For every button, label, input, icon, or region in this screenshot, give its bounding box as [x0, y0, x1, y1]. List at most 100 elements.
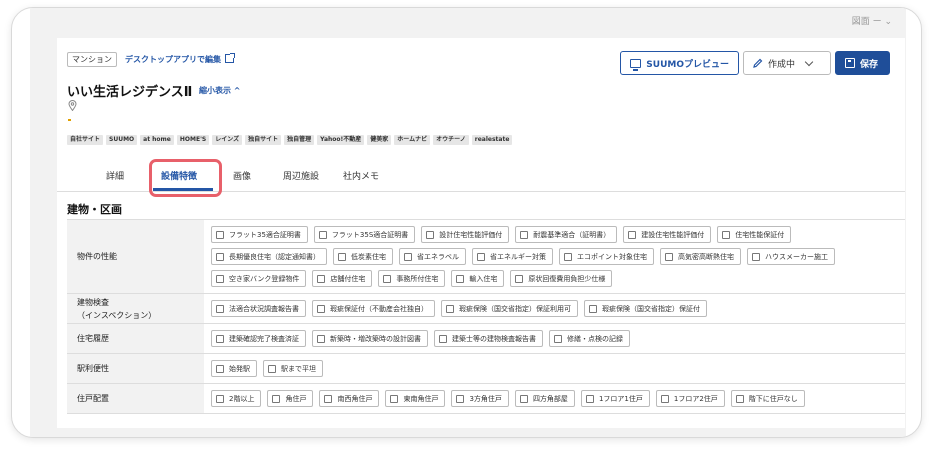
- feature-checkbox-label: 店舗付住宅: [330, 274, 366, 283]
- checkbox-icon[interactable]: [660, 394, 669, 403]
- tab-details[interactable]: 詳細: [106, 169, 124, 182]
- collapse-view-link[interactable]: 縮小表示 ^: [199, 85, 241, 96]
- feature-checkbox[interactable]: 住宅性能保証付: [717, 226, 792, 243]
- checkbox-icon[interactable]: [324, 394, 333, 403]
- feature-checkbox[interactable]: 階下に住戸なし: [730, 390, 805, 407]
- status-dropdown[interactable]: 作成中: [743, 51, 831, 75]
- feature-checkbox[interactable]: 事務所付住宅: [378, 270, 446, 287]
- feature-checkbox[interactable]: フラット35適合証明書: [211, 226, 308, 243]
- checkbox-icon[interactable]: [554, 334, 562, 343]
- portal-tag: 健美家: [367, 135, 392, 145]
- chevron-down-icon: [804, 57, 814, 66]
- tab-internal-memo[interactable]: 社内メモ: [343, 169, 379, 182]
- feature-checkbox[interactable]: 店舗付住宅: [312, 270, 373, 287]
- checkbox-icon[interactable]: [268, 364, 276, 373]
- feature-checkbox[interactable]: 耐震基準適合（証明書）: [515, 226, 618, 243]
- feature-checkbox[interactable]: 長期優良住宅（認定通知書）: [211, 248, 327, 265]
- desktop-app-edit-link[interactable]: デスクトップアプリで編集: [125, 53, 235, 65]
- feature-checkbox[interactable]: 1フロア2住戸: [655, 390, 725, 407]
- checkbox-icon[interactable]: [456, 394, 465, 403]
- feature-checkbox-label: 瑕疵保証付（不動産会社独自）: [330, 304, 428, 313]
- checkbox-icon[interactable]: [317, 304, 325, 313]
- external-link-icon: [225, 53, 235, 63]
- checkbox-icon[interactable]: [735, 394, 744, 403]
- checkbox-icon[interactable]: [272, 394, 281, 403]
- feature-checkbox-label: 輸入住宅: [469, 274, 498, 283]
- feature-checkbox-label: 高気密高断熱住宅: [678, 252, 734, 261]
- feature-checkbox[interactable]: 修繕・点検の記録: [549, 330, 630, 347]
- feature-checkbox[interactable]: 2階以上: [211, 390, 262, 407]
- checkbox-icon[interactable]: [390, 394, 399, 403]
- feature-checkbox[interactable]: 四方角部屋: [514, 390, 575, 407]
- feature-checkbox[interactable]: 3方角住戸: [451, 390, 509, 407]
- checkbox-icon[interactable]: [589, 304, 597, 313]
- tab-nearby-facilities[interactable]: 周辺施設: [283, 169, 319, 182]
- tab-images[interactable]: 画像: [233, 169, 251, 182]
- checkbox-icon[interactable]: [446, 304, 454, 313]
- feature-checkbox[interactable]: 高気密高断熱住宅: [660, 248, 741, 265]
- feature-checkbox[interactable]: フラット35S適合証明書: [313, 226, 416, 243]
- feature-checkbox-label: 建築確認完了検査済証: [229, 334, 299, 343]
- feature-checkbox[interactable]: 始発駅: [211, 360, 257, 377]
- checkbox-icon[interactable]: [383, 274, 392, 283]
- feature-checkbox[interactable]: 瑕疵保険（国交省指定）保証付: [584, 300, 707, 317]
- checkbox-icon[interactable]: [317, 274, 326, 283]
- checkbox-icon[interactable]: [216, 394, 224, 403]
- feature-checkbox[interactable]: 空き家バンク登録物件: [211, 270, 307, 287]
- feature-checkbox-label: 住宅性能保証付: [735, 230, 785, 239]
- feature-options: 建築確認完了検査済証 新築時・増改築時の設計図書 建築士等の建物検査報告書 修繕…: [204, 324, 905, 353]
- feature-checkbox[interactable]: 省エネラベル: [399, 248, 466, 265]
- feature-checkbox[interactable]: 瑕疵保証付（不動産会社独自）: [312, 300, 435, 317]
- checkbox-icon[interactable]: [477, 252, 485, 261]
- top-right-menu[interactable]: 図面 ー ⌄: [852, 14, 892, 27]
- feature-checkbox-label: 南西角住戸: [337, 394, 373, 403]
- checkbox-icon[interactable]: [515, 274, 524, 283]
- feature-checkbox-label: 建設住宅性能評価付: [641, 230, 705, 239]
- checkbox-icon[interactable]: [216, 252, 224, 261]
- feature-row-label: 住戸配置: [67, 384, 204, 413]
- feature-checkbox[interactable]: 1フロア1住戸: [580, 390, 650, 407]
- checkbox-icon[interactable]: [216, 230, 224, 239]
- checkbox-icon[interactable]: [665, 252, 673, 261]
- checkbox-icon[interactable]: [456, 274, 465, 283]
- feature-checkbox-label: フラット35適合証明書: [229, 230, 301, 239]
- suumo-preview-button[interactable]: SUUMOプレビュー: [620, 51, 739, 75]
- feature-checkbox[interactable]: 法適合状況調査報告書: [211, 300, 306, 317]
- checkbox-icon[interactable]: [318, 230, 327, 239]
- feature-checkbox[interactable]: エコポイント対象住宅: [559, 248, 654, 265]
- checkbox-icon[interactable]: [628, 230, 637, 239]
- checkbox-icon[interactable]: [216, 334, 224, 343]
- checkbox-icon[interactable]: [317, 334, 325, 343]
- checkbox-icon[interactable]: [216, 364, 224, 373]
- feature-checkbox[interactable]: 輸入住宅: [451, 270, 505, 287]
- feature-checkbox[interactable]: 東南角住戸: [385, 390, 446, 407]
- feature-checkbox-label: 建築士等の建物検査報告書: [452, 334, 536, 343]
- feature-checkbox[interactable]: 建設住宅性能評価付: [623, 226, 712, 243]
- checkbox-icon[interactable]: [585, 394, 594, 403]
- checkbox-icon[interactable]: [722, 230, 731, 239]
- feature-checkbox[interactable]: 建築確認完了検査済証: [211, 330, 306, 347]
- feature-checkbox[interactable]: 駅まで平坦: [263, 360, 323, 377]
- checkbox-icon[interactable]: [752, 252, 760, 261]
- feature-checkbox[interactable]: 南西角住戸: [319, 390, 380, 407]
- feature-checkbox[interactable]: 原状回復費用負担少仕様: [510, 270, 613, 287]
- feature-checkbox[interactable]: ハウスメーカー施工: [747, 248, 835, 265]
- feature-checkbox[interactable]: 設計住宅性能評価付: [421, 226, 510, 243]
- save-button[interactable]: 保存: [835, 51, 890, 75]
- feature-checkbox[interactable]: 新築時・増改築時の設計図書: [312, 330, 428, 347]
- checkbox-icon[interactable]: [564, 252, 572, 261]
- checkbox-icon[interactable]: [439, 334, 447, 343]
- feature-checkbox[interactable]: 瑕疵保険（国交省指定）保証利用可: [441, 300, 578, 317]
- checkbox-icon[interactable]: [519, 394, 528, 403]
- feature-checkbox[interactable]: 角住戸: [267, 390, 314, 407]
- checkbox-icon[interactable]: [338, 252, 346, 261]
- checkbox-icon[interactable]: [426, 230, 435, 239]
- checkbox-icon[interactable]: [216, 304, 224, 313]
- feature-checkbox-label: 瑕疵保険（国交省指定）保証利用可: [459, 304, 571, 313]
- feature-checkbox[interactable]: 省エネルギー対策: [472, 248, 553, 265]
- checkbox-icon[interactable]: [216, 274, 224, 283]
- feature-checkbox[interactable]: 建築士等の建物検査報告書: [434, 330, 543, 347]
- feature-checkbox[interactable]: 低炭素住宅: [333, 248, 393, 265]
- checkbox-icon[interactable]: [404, 252, 412, 261]
- checkbox-icon[interactable]: [520, 230, 529, 239]
